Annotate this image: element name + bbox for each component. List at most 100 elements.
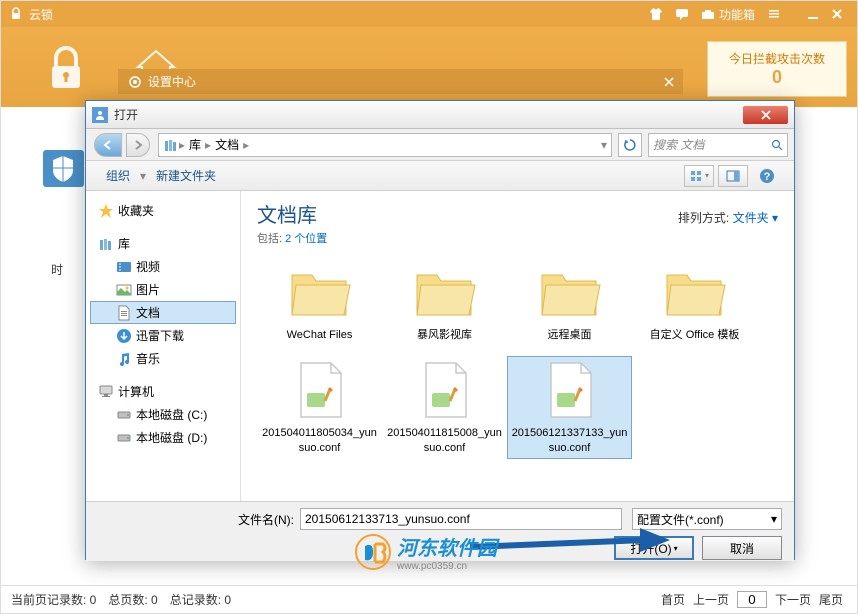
sidebar-library[interactable]: 库: [90, 232, 236, 255]
menu-icon[interactable]: [767, 7, 781, 21]
lock-icon: [9, 7, 23, 21]
library-icon: [163, 137, 179, 153]
dialog-title: 打开: [114, 106, 138, 123]
dialog-close-button[interactable]: [743, 106, 788, 124]
cancel-button[interactable]: 取消: [702, 536, 782, 560]
file-name: 201504011815008_yunsuo.conf: [386, 426, 503, 455]
picture-icon: [116, 282, 132, 298]
sidebar-music[interactable]: 音乐: [90, 347, 236, 370]
folder-item[interactable]: 自定义 Office 模板: [632, 258, 757, 346]
nav-forward-button[interactable]: [126, 133, 150, 157]
computer-icon: [98, 384, 114, 400]
folder-item[interactable]: 远程桌面: [507, 258, 632, 346]
minimize-button[interactable]: [807, 8, 819, 20]
dialog-content: 文档库 包括: 2 个位置 排列方式: 文件夹 ▾ WeChat Files暴风…: [241, 191, 794, 501]
file-open-dialog: 打开 ▸ 库 ▸ 文档 ▸ ▾ 搜索 文档: [85, 100, 795, 560]
next-page-link[interactable]: 下一页: [775, 591, 811, 608]
svg-text:?: ?: [764, 171, 771, 183]
view-mode-button[interactable]: ▾: [684, 165, 714, 187]
status-pages: 总页数: 0: [108, 591, 157, 608]
file-name: 201506121337133_yunsuo.conf: [511, 426, 628, 455]
dialog-bottom: 文件名(N): 配置文件(*.conf) ▾ 打开(O) ▾ 取消: [86, 501, 794, 561]
status-current: 当前页记录数: 0: [11, 591, 96, 608]
sidebar-disk-d[interactable]: 本地磁盘 (D:): [90, 426, 236, 449]
dialog-sidebar: 收藏夹 库 视频 图片 文档 迅雷下载: [86, 191, 241, 501]
disk-icon: [116, 407, 132, 423]
document-icon: [116, 305, 132, 321]
search-input[interactable]: 搜索 文档: [648, 133, 788, 157]
refresh-button[interactable]: [618, 133, 642, 157]
open-button[interactable]: 打开(O) ▾: [614, 536, 694, 560]
file-item[interactable]: 201504011805034_yunsuo.conf: [257, 356, 382, 459]
chevron-down-icon: ▾: [771, 512, 777, 526]
settings-title: 设置中心: [148, 73, 196, 90]
filename-input[interactable]: [300, 508, 622, 530]
music-icon: [116, 351, 132, 367]
sidebar-pictures[interactable]: 图片: [90, 278, 236, 301]
settings-window-titlebar: 设置中心: [118, 69, 683, 94]
sidebar-documents[interactable]: 文档: [90, 301, 236, 324]
sidebar-computer[interactable]: 计算机: [90, 380, 236, 403]
file-item[interactable]: 201506121337133_yunsuo.conf: [507, 356, 632, 459]
new-folder-button[interactable]: 新建文件夹: [146, 163, 226, 188]
disk-icon: [116, 430, 132, 446]
toolbox-icon[interactable]: 功能箱: [701, 6, 755, 23]
stats-label: 今日拦截攻击次数: [718, 50, 836, 67]
library-icon: [98, 236, 114, 252]
file-name: 远程桌面: [511, 328, 628, 342]
crumb-library[interactable]: 库: [185, 136, 205, 153]
last-page-link[interactable]: 尾页: [819, 591, 843, 608]
file-icon: [285, 360, 355, 422]
sidebar-xunlei[interactable]: 迅雷下载: [90, 324, 236, 347]
chat-icon[interactable]: [675, 7, 689, 21]
app-title: 云锁: [29, 6, 53, 23]
organize-button[interactable]: 组织: [96, 163, 140, 188]
close-button[interactable]: [831, 8, 843, 20]
chevron-down-icon[interactable]: ▾: [772, 211, 778, 225]
stats-box: 今日拦截攻击次数 0: [707, 41, 847, 97]
sort-label: 排列方式:: [678, 211, 729, 225]
sidebar-videos[interactable]: 视频: [90, 255, 236, 278]
help-button[interactable]: ?: [752, 165, 782, 187]
folder-icon: [410, 262, 480, 324]
breadcrumb-dropdown-icon[interactable]: ▾: [601, 138, 607, 152]
download-icon: [116, 328, 132, 344]
page-input[interactable]: [737, 591, 767, 608]
file-name: 暴风影视库: [386, 328, 503, 342]
sidebar-favorites[interactable]: 收藏夹: [90, 199, 236, 222]
library-title: 文档库: [257, 199, 327, 228]
breadcrumb[interactable]: ▸ 库 ▸ 文档 ▸ ▾: [158, 133, 612, 157]
file-name: 自定义 Office 模板: [636, 328, 753, 342]
locations-link[interactable]: 2 个位置: [285, 233, 327, 245]
star-icon: [98, 203, 114, 219]
settings-close-button[interactable]: [663, 76, 675, 88]
dialog-nav: ▸ 库 ▸ 文档 ▸ ▾ 搜索 文档: [86, 129, 794, 161]
sidebar-disk-c[interactable]: 本地磁盘 (C:): [90, 403, 236, 426]
file-name: WeChat Files: [261, 328, 378, 342]
video-icon: [116, 259, 132, 275]
sort-value[interactable]: 文件夹: [733, 211, 769, 225]
prev-page-link[interactable]: 上一页: [693, 591, 729, 608]
file-item[interactable]: 201504011815008_yunsuo.conf: [382, 356, 507, 459]
file-icon: [535, 360, 605, 422]
filename-label: 文件名(N):: [238, 511, 294, 528]
shirt-icon[interactable]: [649, 7, 663, 21]
preview-pane-button[interactable]: [718, 165, 748, 187]
folder-item[interactable]: 暴风影视库: [382, 258, 507, 346]
folder-icon: [285, 262, 355, 324]
time-column-header: 时: [51, 261, 63, 278]
folder-icon: [535, 262, 605, 324]
gear-icon: [128, 75, 142, 89]
status-total: 总记录数: 0: [170, 591, 231, 608]
filetype-dropdown[interactable]: 配置文件(*.conf) ▾: [632, 508, 782, 530]
toolbar-lock-icon[interactable]: [36, 37, 96, 97]
dialog-titlebar: 打开: [86, 101, 794, 129]
file-icon: [410, 360, 480, 422]
folder-item[interactable]: WeChat Files: [257, 258, 382, 346]
crumb-documents[interactable]: 文档: [211, 136, 243, 153]
app-titlebar: 云锁 功能箱: [1, 1, 857, 27]
status-bar: 当前页记录数: 0 总页数: 0 总记录数: 0 首页 上一页 下一页 尾页: [1, 585, 857, 613]
first-page-link[interactable]: 首页: [661, 591, 685, 608]
nav-back-button[interactable]: [94, 133, 122, 157]
search-icon: [771, 139, 783, 151]
